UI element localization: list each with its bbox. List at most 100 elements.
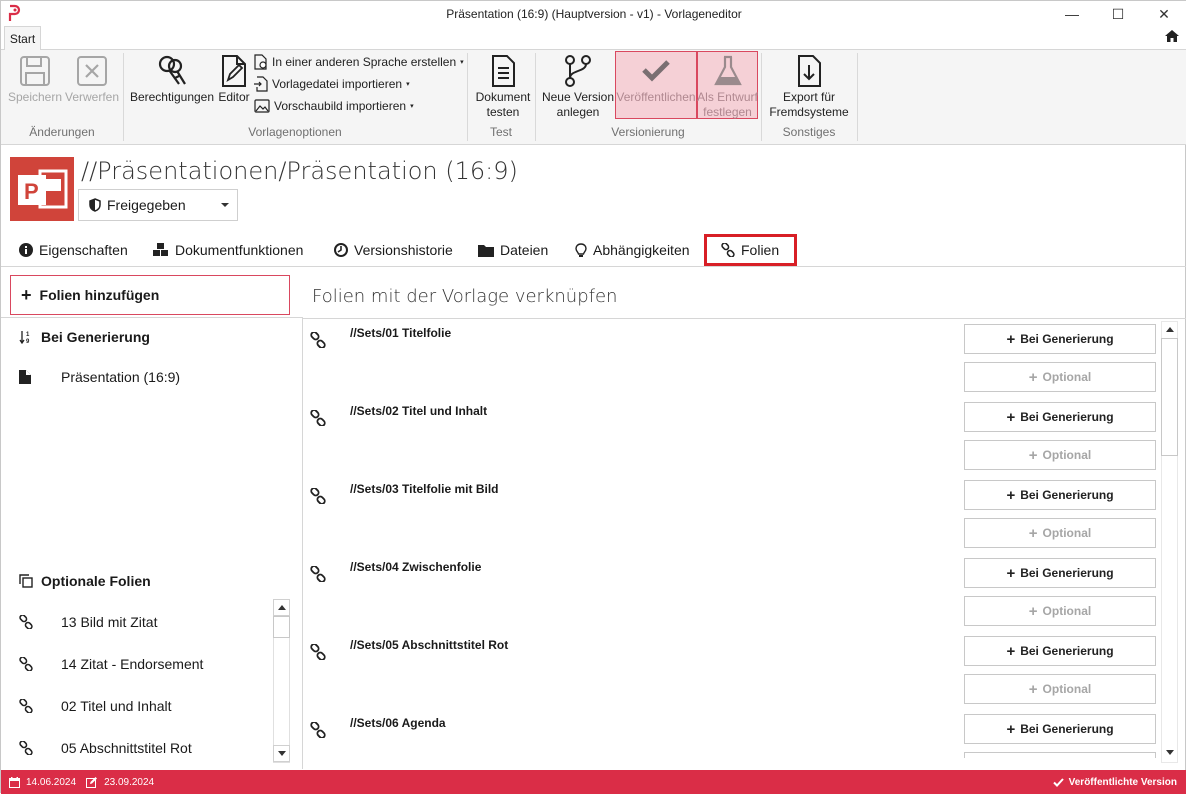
close-button[interactable]: ✕ <box>1141 1 1186 27</box>
status-bar: 14.06.2024 23.09.2024 Veröffentlichte Ve… <box>1 770 1186 794</box>
link-icon <box>310 488 326 504</box>
minimize-button[interactable]: — <box>1049 1 1095 27</box>
import-document-icon <box>254 76 268 92</box>
plus-icon: + <box>1028 758 1038 770</box>
on-generation-button[interactable]: + Bei Generierung <box>964 480 1156 510</box>
group-label-misc: Sonstiges <box>782 125 836 139</box>
scroll-up-icon[interactable] <box>1161 321 1178 338</box>
check-icon <box>1052 777 1064 787</box>
plus-icon: + <box>1028 368 1038 386</box>
link-icon <box>310 566 326 582</box>
tab-document-functions[interactable]: Dokumentfunktionen <box>153 237 303 263</box>
scroll-down-icon[interactable] <box>1161 744 1178 761</box>
plus-icon: + <box>1006 330 1016 348</box>
maximize-icon: ☐ <box>1111 5 1125 22</box>
home-icon[interactable] <box>1164 28 1180 44</box>
group-label-test: Test <box>489 125 512 139</box>
modified-date: 23.09.2024 <box>104 776 155 788</box>
keys-icon <box>158 55 186 85</box>
save-button[interactable]: Speichern <box>7 54 63 105</box>
import-template-button[interactable]: Vorlagedatei importieren ▾ <box>254 75 410 93</box>
slide-title: //Sets/01 Titelfolie <box>350 326 452 340</box>
set-draft-button[interactable]: Als Entwurf festlegen <box>697 54 758 120</box>
test-document-button[interactable]: Dokument testen <box>471 54 535 120</box>
on-generation-button[interactable]: + Bei Generierung <box>964 402 1156 432</box>
tab-dependencies[interactable]: Abhängigkeiten <box>575 237 690 263</box>
dropdown-arrow-icon: ▾ <box>406 81 410 88</box>
group-label-changes: Änderungen <box>29 125 95 139</box>
optional-button[interactable]: + Optional <box>964 674 1156 704</box>
plus-icon: + <box>1006 564 1016 582</box>
document-icon <box>492 55 515 87</box>
ribbon-separator <box>857 53 858 141</box>
version-state-badge: Veröffentlichte Version <box>1052 777 1177 788</box>
optional-button[interactable]: + Optional <box>964 596 1156 626</box>
tab-version-history[interactable]: Versionshistorie <box>334 237 453 263</box>
close-icon: ✕ <box>1158 5 1170 22</box>
optional-button[interactable]: + Optional <box>964 518 1156 548</box>
tabs-divider <box>1 266 1186 267</box>
slide-title: //Sets/02 Titel und Inhalt <box>350 404 488 418</box>
add-slides-button[interactable]: + Folien hinzufügen <box>10 275 290 315</box>
other-language-button[interactable]: In einer anderen Sprache erstellen ▾ <box>254 53 464 71</box>
export-button[interactable]: Export für Fremdsysteme <box>765 54 853 120</box>
ribbon-tab-start[interactable]: Start <box>4 26 41 50</box>
edit-icon <box>86 776 98 788</box>
link-icon <box>310 410 326 426</box>
edit-document-icon <box>222 55 246 87</box>
plus-icon: + <box>1028 680 1038 698</box>
optional-button[interactable]: + Optional <box>964 362 1156 392</box>
clock-icon <box>334 243 348 257</box>
discard-button[interactable]: Verwerfen <box>63 54 121 105</box>
minimize-icon: — <box>1065 6 1079 22</box>
plus-icon: + <box>1028 524 1038 542</box>
powerpoint-logo-icon: P <box>10 157 74 221</box>
discard-icon <box>77 56 107 86</box>
maximize-button[interactable]: ☐ <box>1095 1 1141 27</box>
dropdown-arrow-icon: ▾ <box>410 103 414 110</box>
left-pane-divider <box>1 317 302 318</box>
optional-button[interactable]: + Optional <box>964 440 1156 470</box>
plus-icon: + <box>1006 642 1016 660</box>
image-icon <box>254 99 270 113</box>
plus-icon: + <box>1006 408 1016 426</box>
window-title: Präsentation (16:9) (Hauptversion - v1) … <box>446 7 742 21</box>
export-document-icon <box>798 55 821 87</box>
on-generation-button[interactable]: + Bei Generierung <box>964 324 1156 354</box>
chevron-down-icon <box>221 203 229 207</box>
on-generation-button[interactable]: + Bei Generierung <box>964 558 1156 588</box>
created-date: 14.06.2024 <box>26 776 77 788</box>
slide-title: //Sets/04 Zwischenfolie <box>350 560 482 574</box>
folder-icon <box>478 244 494 257</box>
plus-icon: + <box>21 285 32 305</box>
link-icon <box>310 722 326 738</box>
svg-text:P: P <box>24 179 39 204</box>
status-dropdown[interactable]: Freigegeben <box>78 189 238 221</box>
branch-icon <box>565 55 591 87</box>
lightbulb-icon <box>575 242 587 257</box>
on-generation-button[interactable]: + Bei Generierung <box>964 636 1156 666</box>
dropdown-arrow-icon: ▾ <box>460 59 464 66</box>
publish-button[interactable]: Veröffentlichen <box>615 54 697 105</box>
plus-icon: + <box>1006 486 1016 504</box>
link-icon <box>310 644 326 660</box>
optional-button[interactable]: + Optional <box>964 752 1156 770</box>
plus-icon: + <box>1028 446 1038 464</box>
shield-icon <box>89 198 101 212</box>
active-tab-highlight <box>704 234 797 266</box>
tab-properties[interactable]: Eigenschaften <box>19 237 128 263</box>
new-version-button[interactable]: Neue Version anlegen <box>539 54 617 120</box>
group-label-versioning: Versionierung <box>611 125 685 139</box>
permissions-button[interactable]: Berechtigungen <box>128 54 216 105</box>
calendar-icon <box>9 776 20 788</box>
slide-title: //Sets/05 Abschnittstitel Rot <box>350 638 509 652</box>
flask-icon <box>713 55 742 86</box>
import-preview-button[interactable]: Vorschaubild importieren ▾ <box>254 97 414 115</box>
page-title: //Präsentationen/Präsentation (16:9) <box>81 157 518 185</box>
link-icon <box>310 332 326 348</box>
scroll-thumb[interactable] <box>1161 338 1178 456</box>
tab-files[interactable]: Dateien <box>478 237 548 263</box>
slide-title: //Sets/06 Agenda <box>350 716 446 730</box>
editor-button[interactable]: Editor <box>216 54 252 105</box>
on-generation-button[interactable]: + Bei Generierung <box>964 714 1156 744</box>
